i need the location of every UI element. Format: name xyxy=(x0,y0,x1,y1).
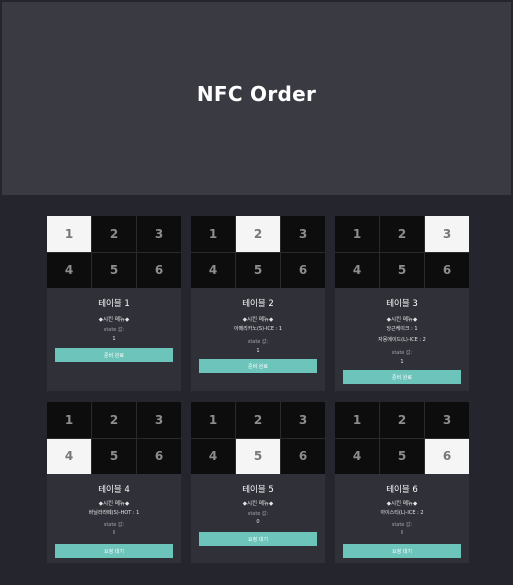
table-number-cell[interactable]: 2 xyxy=(92,216,136,252)
ordered-menu-heading: ◆시킨 메뉴◆ xyxy=(242,501,274,507)
table-number-cell[interactable]: 1 xyxy=(191,216,235,252)
table-title: 테이블 1 xyxy=(98,299,130,309)
table-card-6: 1 2 3 4 5 6 테이블 6 ◆시킨 메뉴◆ 아이스티(L)-ICE : … xyxy=(335,402,469,563)
table-number-cell[interactable]: 4 xyxy=(191,438,235,474)
state-label: state 값: xyxy=(391,522,413,528)
state-value: I xyxy=(113,530,115,536)
table-number-cell[interactable]: 5 xyxy=(92,252,136,288)
state-label: state 값: xyxy=(103,522,125,528)
table-number-cell[interactable]: 3 xyxy=(137,402,181,438)
table-number-cell[interactable]: 1 xyxy=(191,402,235,438)
table-number-cell[interactable]: 6 xyxy=(425,438,469,474)
table-number-cell[interactable]: 2 xyxy=(380,216,424,252)
table-number-cell[interactable]: 5 xyxy=(92,438,136,474)
table-number-cell[interactable]: 6 xyxy=(137,252,181,288)
state-label: state 값: xyxy=(103,327,125,333)
table-selector-grid: 1 2 3 4 5 6 xyxy=(335,402,469,474)
state-label: state 값: xyxy=(247,339,269,345)
table-number-cell[interactable]: 4 xyxy=(191,252,235,288)
table-number-cell[interactable]: 2 xyxy=(380,402,424,438)
state-value: 1 xyxy=(112,336,116,342)
table-card-2: 1 2 3 4 5 6 테이블 2 ◆시킨 메뉴◆ 아메리카노(S)-ICE :… xyxy=(191,216,325,391)
table-number-cell[interactable]: 3 xyxy=(425,216,469,252)
ready-complete-button[interactable]: 준비 완료 xyxy=(199,359,317,373)
table-selector-grid: 1 2 3 4 5 6 xyxy=(191,402,325,474)
table-number-cell[interactable]: 3 xyxy=(281,216,325,252)
table-number-cell[interactable]: 1 xyxy=(335,402,379,438)
ordered-item: 아메리카노(S)-ICE : 1 xyxy=(233,326,283,332)
ordered-item: 당근케이크 : 1 xyxy=(386,326,418,332)
table-number-cell[interactable]: 4 xyxy=(335,252,379,288)
request-waiting-button[interactable]: 요청 대기 xyxy=(199,532,317,546)
table-number-cell[interactable]: 1 xyxy=(335,216,379,252)
table-title: 테이블 5 xyxy=(242,485,274,495)
table-card-3: 1 2 3 4 5 6 테이블 3 ◆시킨 메뉴◆ 당근케이크 : 1 자몽에이… xyxy=(335,216,469,391)
ready-complete-button[interactable]: 준비 완료 xyxy=(55,348,173,362)
ordered-item: 바닐라라떼(S)-HOT : 1 xyxy=(88,510,140,516)
ready-complete-button[interactable]: 준비 완료 xyxy=(343,370,461,384)
table-number-cell[interactable]: 5 xyxy=(380,438,424,474)
ordered-menu-heading: ◆시킨 메뉴◆ xyxy=(386,501,418,507)
state-value: 0 xyxy=(256,519,260,525)
ordered-menu-heading: ◆시킨 메뉴◆ xyxy=(98,317,130,323)
table-title: 테이블 2 xyxy=(242,299,274,309)
table-title: 테이블 3 xyxy=(386,299,418,309)
table-number-cell[interactable]: 4 xyxy=(47,252,91,288)
table-number-cell[interactable]: 4 xyxy=(47,438,91,474)
table-card-1: 1 2 3 4 5 6 테이블 1 ◆시킨 메뉴◆ state 값: 1 준비 … xyxy=(47,216,181,391)
ordered-item: 아이스티(L)-ICE : 2 xyxy=(380,510,424,516)
table-number-cell[interactable]: 6 xyxy=(281,252,325,288)
table-number-cell[interactable]: 1 xyxy=(47,402,91,438)
table-number-cell[interactable]: 6 xyxy=(281,438,325,474)
table-selector-grid: 1 2 3 4 5 6 xyxy=(47,216,181,288)
table-title: 테이블 4 xyxy=(98,485,130,495)
table-card-5: 1 2 3 4 5 6 테이블 5 ◆시킨 메뉴◆ state 값: 0 요청 … xyxy=(191,402,325,563)
table-number-cell[interactable]: 3 xyxy=(425,402,469,438)
table-number-cell[interactable]: 5 xyxy=(380,252,424,288)
table-number-cell[interactable]: 5 xyxy=(236,438,280,474)
table-title: 테이블 6 xyxy=(386,485,418,495)
state-value: 1 xyxy=(256,348,260,354)
app-frame: NFC Order 1 2 3 4 5 6 테이블 1 ◆시킨 메뉴◆ stat… xyxy=(2,2,511,583)
ordered-menu-heading: ◆시킨 메뉴◆ xyxy=(386,317,418,323)
table-number-cell[interactable]: 4 xyxy=(335,438,379,474)
request-waiting-button[interactable]: 요청 대기 xyxy=(343,544,461,558)
state-label: state 값: xyxy=(247,511,269,517)
table-number-cell[interactable]: 2 xyxy=(92,402,136,438)
table-number-cell[interactable]: 6 xyxy=(425,252,469,288)
table-number-cell[interactable]: 5 xyxy=(236,252,280,288)
table-number-cell[interactable]: 1 xyxy=(47,216,91,252)
table-number-cell[interactable]: 3 xyxy=(281,402,325,438)
page-title: NFC Order xyxy=(196,82,317,106)
ordered-menu-heading: ◆시킨 메뉴◆ xyxy=(242,317,274,323)
table-number-cell[interactable]: 6 xyxy=(137,438,181,474)
table-number-cell[interactable]: 3 xyxy=(137,216,181,252)
table-selector-grid: 1 2 3 4 5 6 xyxy=(47,402,181,474)
ordered-menu-heading: ◆시킨 메뉴◆ xyxy=(98,501,130,507)
table-number-cell[interactable]: 2 xyxy=(236,216,280,252)
state-value: 1 xyxy=(400,359,404,365)
table-selector-grid: 1 2 3 4 5 6 xyxy=(335,216,469,288)
state-label: state 값: xyxy=(391,350,413,356)
state-value: I xyxy=(401,530,403,536)
table-selector-grid: 1 2 3 4 5 6 xyxy=(191,216,325,288)
header-banner: NFC Order xyxy=(2,2,511,195)
request-waiting-button[interactable]: 요청 대기 xyxy=(55,544,173,558)
table-number-cell[interactable]: 2 xyxy=(236,402,280,438)
table-card-4: 1 2 3 4 5 6 테이블 4 ◆시킨 메뉴◆ 바닐라라떼(S)-HOT :… xyxy=(47,402,181,563)
ordered-item: 자몽에이드(L)-ICE : 2 xyxy=(378,337,426,343)
